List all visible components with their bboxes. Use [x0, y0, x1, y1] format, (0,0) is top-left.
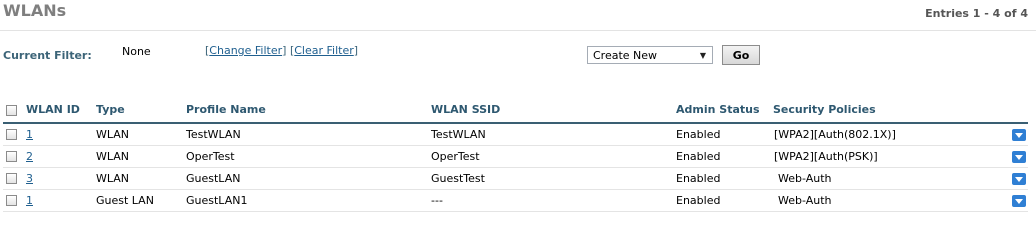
current-filter-label: Current Filter:: [3, 49, 92, 62]
wlan-ssid-cell: OperTest: [431, 150, 480, 163]
security-policies-cell: [WPA2][Auth(PSK)]: [774, 150, 878, 163]
action-select[interactable]: Create New ▼: [587, 46, 713, 64]
row-checkbox[interactable]: [6, 195, 17, 206]
table-row: [3, 168, 1028, 190]
header-profile-name[interactable]: Profile Name: [186, 103, 266, 116]
type-cell: WLAN: [96, 150, 130, 163]
wlan-id-cell: 1: [26, 194, 33, 207]
profile-name-cell: GuestLAN1: [186, 194, 248, 207]
admin-status-cell: Enabled: [676, 150, 721, 163]
admin-status-cell: Enabled: [676, 172, 721, 185]
profile-name-cell: OperTest: [186, 150, 235, 163]
row-checkbox[interactable]: [6, 129, 17, 140]
wlan-ssid-cell: TestWLAN: [431, 128, 486, 141]
wlan-id-cell: 1: [26, 128, 33, 141]
row-menu-chevron-down-icon[interactable]: [1012, 129, 1026, 141]
wlan-ssid-cell: GuestTest: [431, 172, 485, 185]
change-filter-link[interactable]: Change Filter: [209, 44, 282, 57]
current-filter-value: None: [122, 45, 151, 58]
action-select-value: Create New: [593, 48, 658, 62]
table-row: [3, 190, 1028, 212]
type-cell: Guest LAN: [96, 194, 154, 207]
page-title: WLANs: [3, 1, 67, 20]
header-wlan-id[interactable]: WLAN ID: [26, 103, 80, 116]
clear-filter-link[interactable]: Clear Filter: [294, 44, 354, 57]
wlan-id-link[interactable]: 3: [26, 172, 33, 185]
wlan-id-link[interactable]: 1: [26, 128, 33, 141]
profile-name-cell: GuestLAN: [186, 172, 241, 185]
chevron-down-icon: ▼: [699, 50, 707, 60]
type-cell: WLAN: [96, 128, 130, 141]
wlan-id-cell: 2: [26, 150, 33, 163]
go-button[interactable]: Go: [722, 45, 760, 65]
admin-status-cell: Enabled: [676, 128, 721, 141]
entries-count: Entries 1 - 4 of 4: [925, 7, 1028, 20]
wlan-id-cell: 3: [26, 172, 33, 185]
row-menu-chevron-down-icon[interactable]: [1012, 195, 1026, 207]
row-menu-chevron-down-icon[interactable]: [1012, 151, 1026, 163]
profile-name-cell: TestWLAN: [186, 128, 241, 141]
select-all-checkbox[interactable]: [6, 105, 17, 116]
title-divider: [0, 30, 1036, 31]
wlan-id-link[interactable]: 2: [26, 150, 33, 163]
wlan-id-link[interactable]: 1: [26, 194, 33, 207]
header-security-policies[interactable]: Security Policies: [773, 103, 876, 116]
header-admin-status[interactable]: Admin Status: [676, 103, 760, 116]
security-policies-cell: [WPA2][Auth(802.1X)]: [774, 128, 896, 141]
filter-links: [Change Filter] [Clear Filter]: [205, 44, 359, 57]
row-checkbox[interactable]: [6, 173, 17, 184]
security-policies-cell: Web-Auth: [778, 194, 832, 207]
header-type[interactable]: Type: [96, 103, 125, 116]
row-menu-chevron-down-icon[interactable]: [1012, 173, 1026, 185]
wlan-ssid-cell: ---: [431, 194, 443, 207]
header-wlan-ssid[interactable]: WLAN SSID: [431, 103, 500, 116]
row-checkbox[interactable]: [6, 151, 17, 162]
security-policies-cell: Web-Auth: [778, 172, 832, 185]
admin-status-cell: Enabled: [676, 194, 721, 207]
type-cell: WLAN: [96, 172, 130, 185]
